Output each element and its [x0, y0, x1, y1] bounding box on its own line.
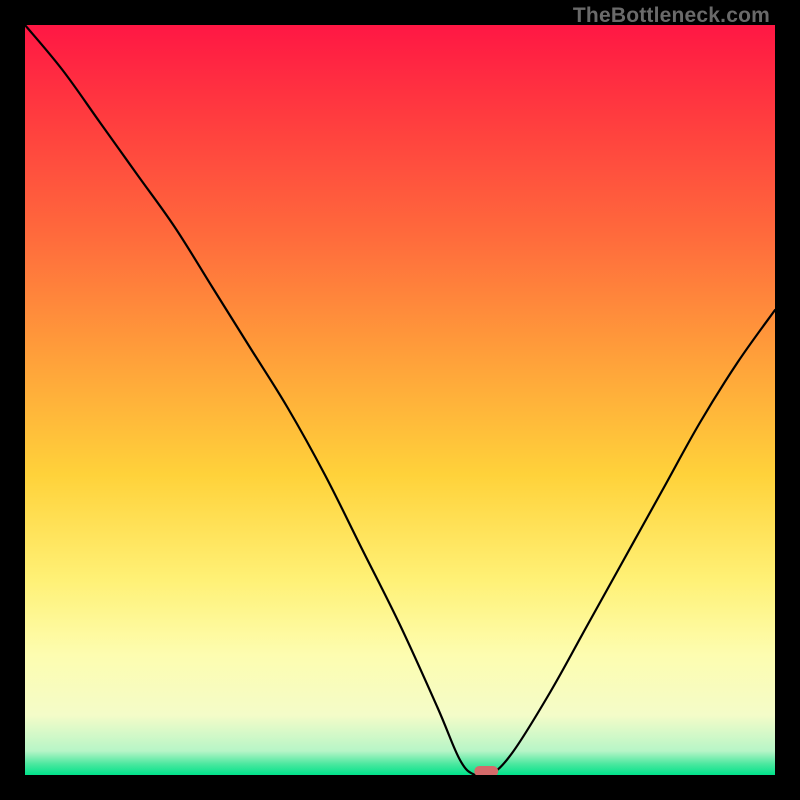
gradient-background [25, 25, 775, 775]
chart-container: TheBottleneck.com [0, 0, 800, 800]
plot-area [25, 25, 775, 775]
chart-svg [25, 25, 775, 775]
optimal-marker [474, 766, 498, 775]
